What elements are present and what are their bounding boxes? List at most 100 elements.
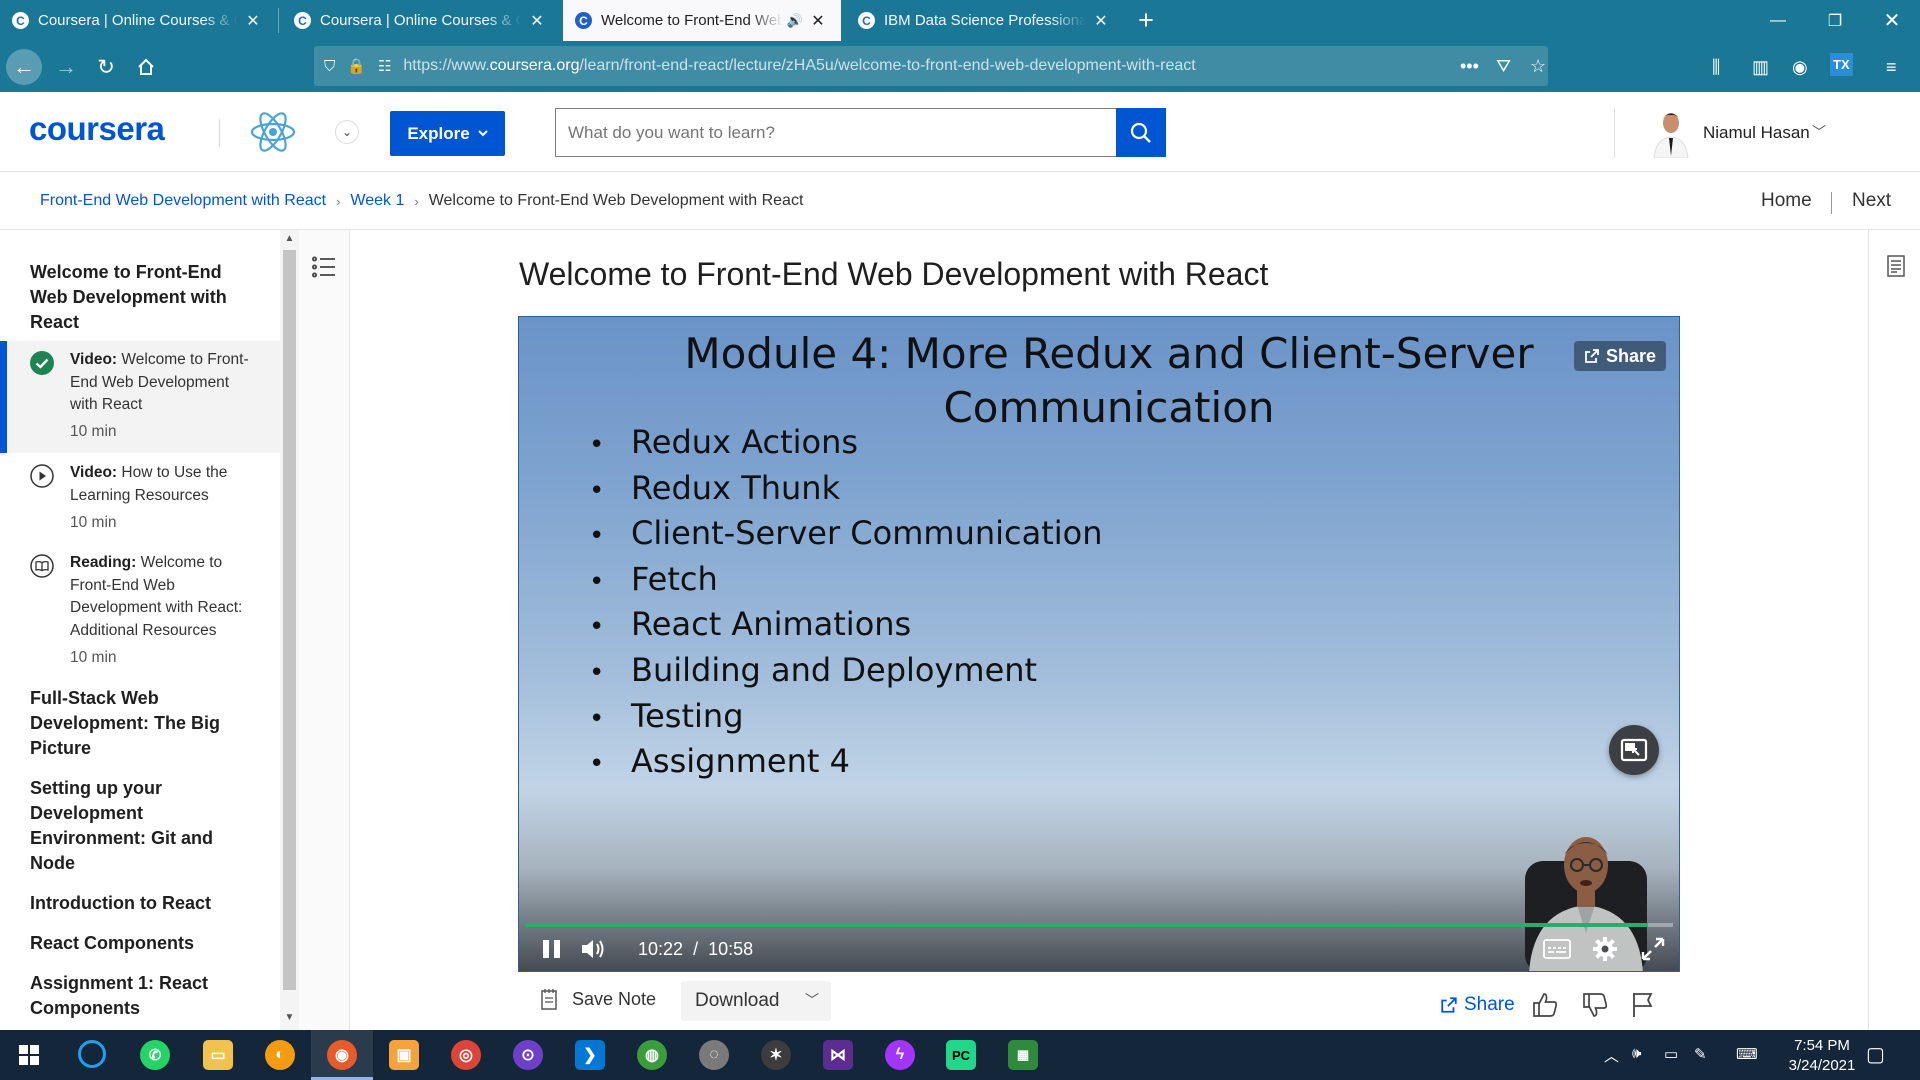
shield-icon[interactable]: ⛉ <box>324 58 335 75</box>
keyboard-icon[interactable]: ⌨ <box>1736 1045 1758 1063</box>
captions-icon[interactable] <box>1542 937 1572 961</box>
time-readout: 10:22 / 10:58 <box>638 939 754 959</box>
search-button[interactable] <box>1116 108 1166 157</box>
current-module-title[interactable]: Welcome to Front-End Web Development wit… <box>30 260 240 335</box>
sidebar-scrollbar[interactable]: ▲ ▼ <box>280 230 299 1030</box>
browser-app-icon[interactable]: ◐ <box>265 1040 295 1070</box>
pocket-icon[interactable]: ⛛ <box>1496 56 1511 77</box>
chrome-icon[interactable]: ◎ <box>451 1040 481 1070</box>
video-player[interactable]: Module 4: More Redux and Client-Server C… <box>518 316 1680 972</box>
search-icon <box>1130 122 1151 143</box>
video-progress-bar[interactable] <box>525 923 1673 927</box>
fullscreen-icon[interactable] <box>1639 935 1667 963</box>
pen-icon[interactable]: ✎ <box>1694 1045 1707 1063</box>
sidebar-module-react-components[interactable]: React Components <box>30 931 240 956</box>
vscode-icon[interactable]: ❯ <box>575 1040 605 1070</box>
audio-playing-icon[interactable]: 🔊 <box>787 13 803 29</box>
permissions-icon[interactable]: ☷ <box>378 57 391 75</box>
flag-icon[interactable] <box>1628 990 1658 1020</box>
restore-icon[interactable]: ❐ <box>1812 0 1858 41</box>
network-icon[interactable]: ▭ <box>1664 1045 1678 1063</box>
window-close-icon[interactable]: ✕ <box>1869 0 1915 41</box>
sidebar-module-big-picture[interactable]: Full-Stack Web Development: The Big Pict… <box>30 686 240 761</box>
github-icon[interactable]: ⊙ <box>513 1040 543 1070</box>
pause-button[interactable] <box>539 937 563 961</box>
share-button[interactable]: Share <box>1440 994 1515 1016</box>
library-icon[interactable]: ⫼ <box>1712 57 1720 78</box>
home-link[interactable]: Home <box>1761 190 1812 212</box>
spreadsheet-app-icon[interactable]: ▦ <box>1008 1040 1038 1070</box>
volume-icon[interactable] <box>579 935 607 963</box>
avatar[interactable] <box>1648 108 1694 158</box>
bookmark-star-icon[interactable]: ☆ <box>1530 56 1546 77</box>
minimize-icon[interactable]: — <box>1755 0 1801 41</box>
sidebar-icon[interactable]: ▥ <box>1752 57 1769 78</box>
forward-arrow-icon[interactable]: → <box>48 49 84 85</box>
scroll-up-icon[interactable]: ▲ <box>283 233 296 247</box>
settings-gear-icon[interactable] <box>1591 935 1619 963</box>
coursera-logo[interactable]: coursera <box>29 110 165 148</box>
more-actions-icon[interactable]: ••• <box>1460 56 1479 77</box>
download-dropdown[interactable]: Download ﹀ <box>681 981 831 1021</box>
next-link[interactable]: Next <box>1852 190 1891 212</box>
messenger-icon[interactable]: ϟ <box>885 1040 915 1070</box>
visual-studio-icon[interactable]: ⋈ <box>823 1040 853 1070</box>
thumbs-down-icon[interactable] <box>1580 990 1610 1020</box>
sidebar-item-video-learning-resources[interactable]: Video: How to Use the Learning Resources… <box>0 454 280 544</box>
explore-button[interactable]: Explore <box>390 111 505 156</box>
toc-list-icon[interactable] <box>309 252 339 282</box>
chevron-up-icon[interactable]: ︿ <box>1604 1045 1619 1066</box>
sidebar-item-video-welcome[interactable]: Video: Welcome to Front-End Web Developm… <box>0 341 280 453</box>
transcript-panel-icon[interactable] <box>1885 254 1907 278</box>
account-icon[interactable]: ◉ <box>1792 57 1808 78</box>
firefox-icon[interactable]: ◉ <box>327 1040 357 1070</box>
thumbs-up-icon[interactable] <box>1530 990 1560 1020</box>
sync-app-icon[interactable] <box>78 1040 106 1068</box>
home-icon[interactable] <box>128 49 164 85</box>
address-bar[interactable]: ⛉ 🔒 ☷ https://www.coursera.org/learn/fro… <box>314 46 1548 86</box>
scroll-down-icon[interactable]: ▼ <box>283 1012 296 1026</box>
photos-app-icon[interactable]: ▣ <box>389 1040 419 1070</box>
sidebar-module-assignment-1[interactable]: Assignment 1: React Components <box>30 971 240 1021</box>
close-tab-icon[interactable]: ✕ <box>809 11 827 31</box>
chevron-down-icon[interactable]: ⌄ <box>335 120 359 144</box>
reload-icon[interactable]: ↻ <box>88 49 124 85</box>
browser-tab[interactable]: C Coursera | Online Courses & Credential… <box>0 0 276 41</box>
sidebar-item-reading-resources[interactable]: Reading: Welcome to Front-End Web Develo… <box>0 544 280 666</box>
chevron-down-icon[interactable]: ﹀ <box>1812 122 1826 142</box>
sidebar-module-intro-react[interactable]: Introduction to React <box>30 891 240 916</box>
back-arrow-icon[interactable]: ← <box>6 49 42 85</box>
url-text[interactable]: https://www.coursera.org/learn/front-end… <box>403 57 1195 75</box>
file-explorer-icon[interactable]: ▭ <box>203 1040 233 1070</box>
scrollbar-thumb[interactable] <box>283 250 296 990</box>
taskbar-clock[interactable]: 7:54 PM 3/24/2021 <box>1777 1036 1867 1076</box>
video-share-button[interactable]: Share <box>1574 341 1666 371</box>
close-tab-icon[interactable]: ✕ <box>1092 11 1110 31</box>
menu-hamburger-icon[interactable]: ≡ <box>1886 57 1897 78</box>
globe-app-icon[interactable]: ◌ <box>699 1040 729 1070</box>
chevron-down-icon: ﹀ <box>805 992 819 1008</box>
notifications-icon[interactable]: ▢ <box>1866 1042 1885 1067</box>
speaker-icon[interactable]: 🕪 <box>1632 1045 1641 1062</box>
browser-tab[interactable]: C IBM Data Science Professional Certific… <box>846 0 1124 41</box>
extension-icon[interactable]: TX <box>1830 53 1853 76</box>
close-tab-icon[interactable]: ✕ <box>528 11 546 31</box>
earth-app-icon[interactable]: ◍ <box>637 1040 667 1070</box>
sidebar-module-dev-environment[interactable]: Setting up your Development Environment:… <box>30 776 240 876</box>
user-name[interactable]: Niamul Hasan <box>1703 123 1810 143</box>
breadcrumb-course-link[interactable]: Front-End Web Development with React <box>40 192 326 210</box>
whatsapp-icon[interactable]: ✆ <box>140 1040 170 1070</box>
lock-icon[interactable]: 🔒 <box>347 57 366 75</box>
breadcrumb-week-link[interactable]: Week 1 <box>350 192 404 210</box>
pycharm-icon[interactable]: PC <box>946 1040 976 1070</box>
satellite-app-icon[interactable]: ✶ <box>761 1040 791 1070</box>
close-tab-icon[interactable]: ✕ <box>244 11 262 31</box>
browser-tab-active[interactable]: C Welcome to Front-End Web Development w… <box>563 0 841 41</box>
search-input[interactable] <box>555 108 1117 157</box>
browser-tab[interactable]: C Coursera | Online Courses & Credential… <box>282 0 560 41</box>
new-tab-button[interactable]: + <box>1128 2 1164 38</box>
save-note-button[interactable]: Save Note <box>540 988 656 1010</box>
react-partner-logo-icon[interactable] <box>248 108 298 156</box>
windows-start-icon[interactable] <box>14 1040 44 1070</box>
picture-in-picture-button[interactable] <box>1609 725 1659 775</box>
